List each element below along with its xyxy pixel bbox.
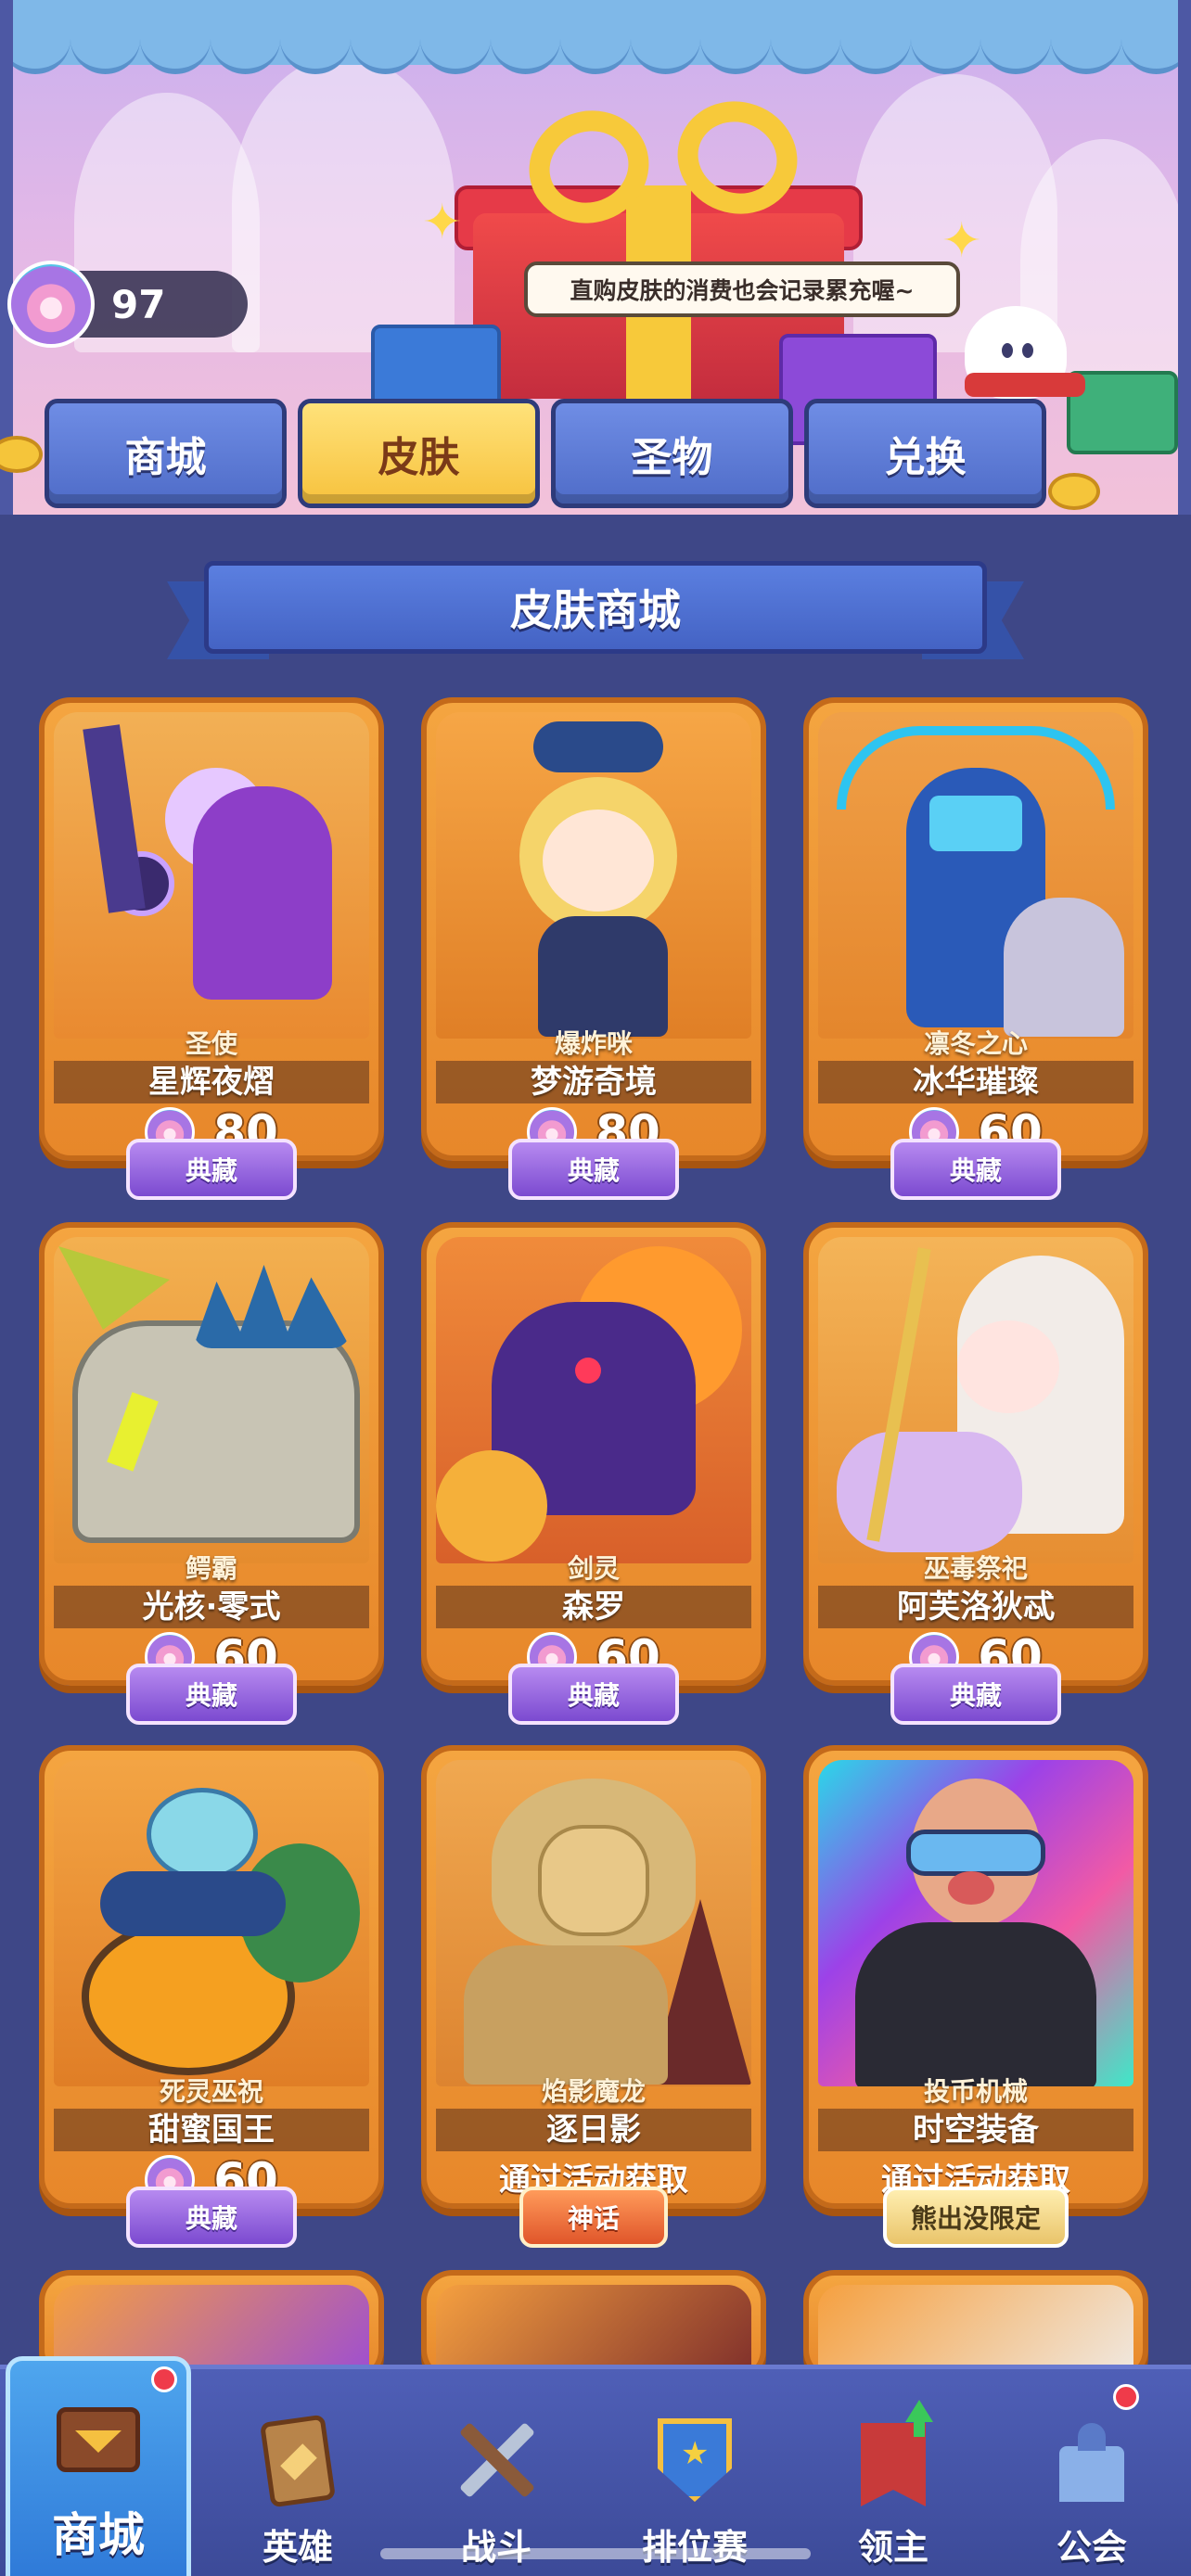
pearl-icon	[7, 261, 95, 348]
skin-name: 甜蜜国王	[54, 2109, 369, 2151]
hero-name: 焰影魔龙	[541, 2076, 646, 2107]
skin-name: 逐日影	[436, 2109, 751, 2151]
notification-dot	[1113, 2384, 1139, 2410]
tab-relics[interactable]: 圣物	[551, 399, 793, 508]
speech-bubble: 直购皮肤的消费也会记录累充喔~	[524, 261, 960, 317]
hero-name: 鳄霸	[185, 1553, 237, 1584]
skin-name: 梦游奇境	[436, 1061, 751, 1103]
myth-badge: 神话	[519, 2187, 668, 2248]
nav-shop[interactable]: 商城	[6, 2356, 191, 2576]
hero-name: 爆炸咪	[554, 1028, 633, 1059]
collection-badge: 典藏	[508, 1139, 679, 1200]
guild-castle-icon	[1041, 2409, 1143, 2511]
pearl-currency-display[interactable]: 97	[7, 261, 248, 348]
collection-badge: 典藏	[126, 1664, 297, 1725]
shop-chest-icon	[47, 2389, 149, 2491]
nav-ranked[interactable]: ★ 排位赛	[596, 2369, 794, 2576]
nav-label: 排位赛	[641, 2527, 748, 2568]
skin-card[interactable]: 死灵巫祝 甜蜜国王 60 典藏	[39, 1745, 384, 2248]
tab-skins[interactable]: 皮肤	[298, 399, 540, 508]
lord-banner-icon	[842, 2400, 944, 2511]
collection-badge: 典藏	[126, 1139, 297, 1200]
skin-name: 星辉夜熠	[54, 1061, 369, 1103]
home-indicator[interactable]	[380, 2548, 811, 2559]
nav-battle[interactable]: 战斗	[397, 2369, 596, 2576]
skin-art	[436, 1760, 751, 2086]
tab-exchange[interactable]: 兑换	[804, 399, 1046, 508]
collection-badge: 典藏	[508, 1664, 679, 1725]
bottom-navigation: 商城 英雄 战斗 ★ 排位赛 领主 公会	[0, 2356, 1191, 2576]
nav-lord[interactable]: 领主	[794, 2369, 992, 2576]
hero-name: 死灵巫祝	[159, 2076, 263, 2107]
collection-badge: 典藏	[126, 2187, 297, 2248]
nav-label: 英雄	[262, 2527, 333, 2568]
skin-card[interactable]: 爆炸咪 梦游奇境 80 典藏	[421, 697, 766, 1200]
pearl-amount: 97	[111, 281, 166, 327]
skin-art	[54, 1760, 369, 2086]
hero-name: 巫毒祭祀	[923, 1553, 1028, 1584]
coin-decoration	[1048, 473, 1100, 510]
skin-card[interactable]: 投币机械 时空装备 通过活动获取 熊出没限定	[803, 1745, 1148, 2248]
skin-name: 冰华璀璨	[818, 1061, 1133, 1103]
limited-badge: 熊出没限定	[883, 2187, 1069, 2248]
skin-name: 阿芙洛狄忒	[818, 1586, 1133, 1628]
skin-art	[436, 1237, 751, 1563]
section-header: 皮肤商城	[167, 561, 1024, 663]
shop-tabs: 商城 皮肤 圣物 兑换	[45, 399, 1046, 510]
section-title: 皮肤商城	[204, 561, 987, 654]
nav-label: 战斗	[460, 2527, 531, 2568]
hero-name: 凛冬之心	[923, 1028, 1028, 1059]
skin-art	[54, 712, 369, 1039]
skin-card[interactable]: 焰影魔龙 逐日影 通过活动获取 神话	[421, 1745, 766, 2248]
hero-name: 圣使	[185, 1028, 237, 1059]
skin-name: 森罗	[436, 1586, 751, 1628]
skin-card[interactable]: 剑灵 森罗 60 典藏	[421, 1222, 766, 1725]
nav-heroes[interactable]: 英雄	[198, 2369, 397, 2576]
skin-name: 时空装备	[818, 2109, 1133, 2151]
nav-label: 领主	[857, 2527, 928, 2568]
nav-guild[interactable]: 公会	[992, 2369, 1191, 2576]
hero-name: 投币机械	[923, 2076, 1028, 2107]
nav-label: 商城	[52, 2508, 145, 2562]
collection-badge: 典藏	[890, 1139, 1061, 1200]
skin-art	[818, 1237, 1133, 1563]
skin-art	[818, 712, 1133, 1039]
hero-name: 剑灵	[567, 1553, 620, 1584]
skin-art	[436, 712, 751, 1039]
skin-card[interactable]: 凛冬之心 冰华璀璨 60 典藏	[803, 697, 1148, 1200]
skin-card[interactable]: 圣使 星辉夜熠 80 典藏	[39, 697, 384, 1200]
hero-card-icon	[247, 2409, 349, 2511]
tab-shop[interactable]: 商城	[45, 399, 287, 508]
skin-card[interactable]: 鳄霸 光核·零式 60 典藏	[39, 1222, 384, 1725]
notification-dot	[151, 2366, 177, 2392]
rank-shield-icon: ★	[644, 2409, 746, 2511]
skin-art	[54, 1237, 369, 1563]
crossed-swords-icon	[445, 2409, 547, 2511]
skin-art	[818, 1760, 1133, 2086]
skin-card[interactable]: 巫毒祭祀 阿芙洛狄忒 60 典藏	[803, 1222, 1148, 1725]
collection-badge: 典藏	[890, 1664, 1061, 1725]
skin-name: 光核·零式	[54, 1586, 369, 1628]
nav-label: 公会	[1056, 2527, 1127, 2568]
